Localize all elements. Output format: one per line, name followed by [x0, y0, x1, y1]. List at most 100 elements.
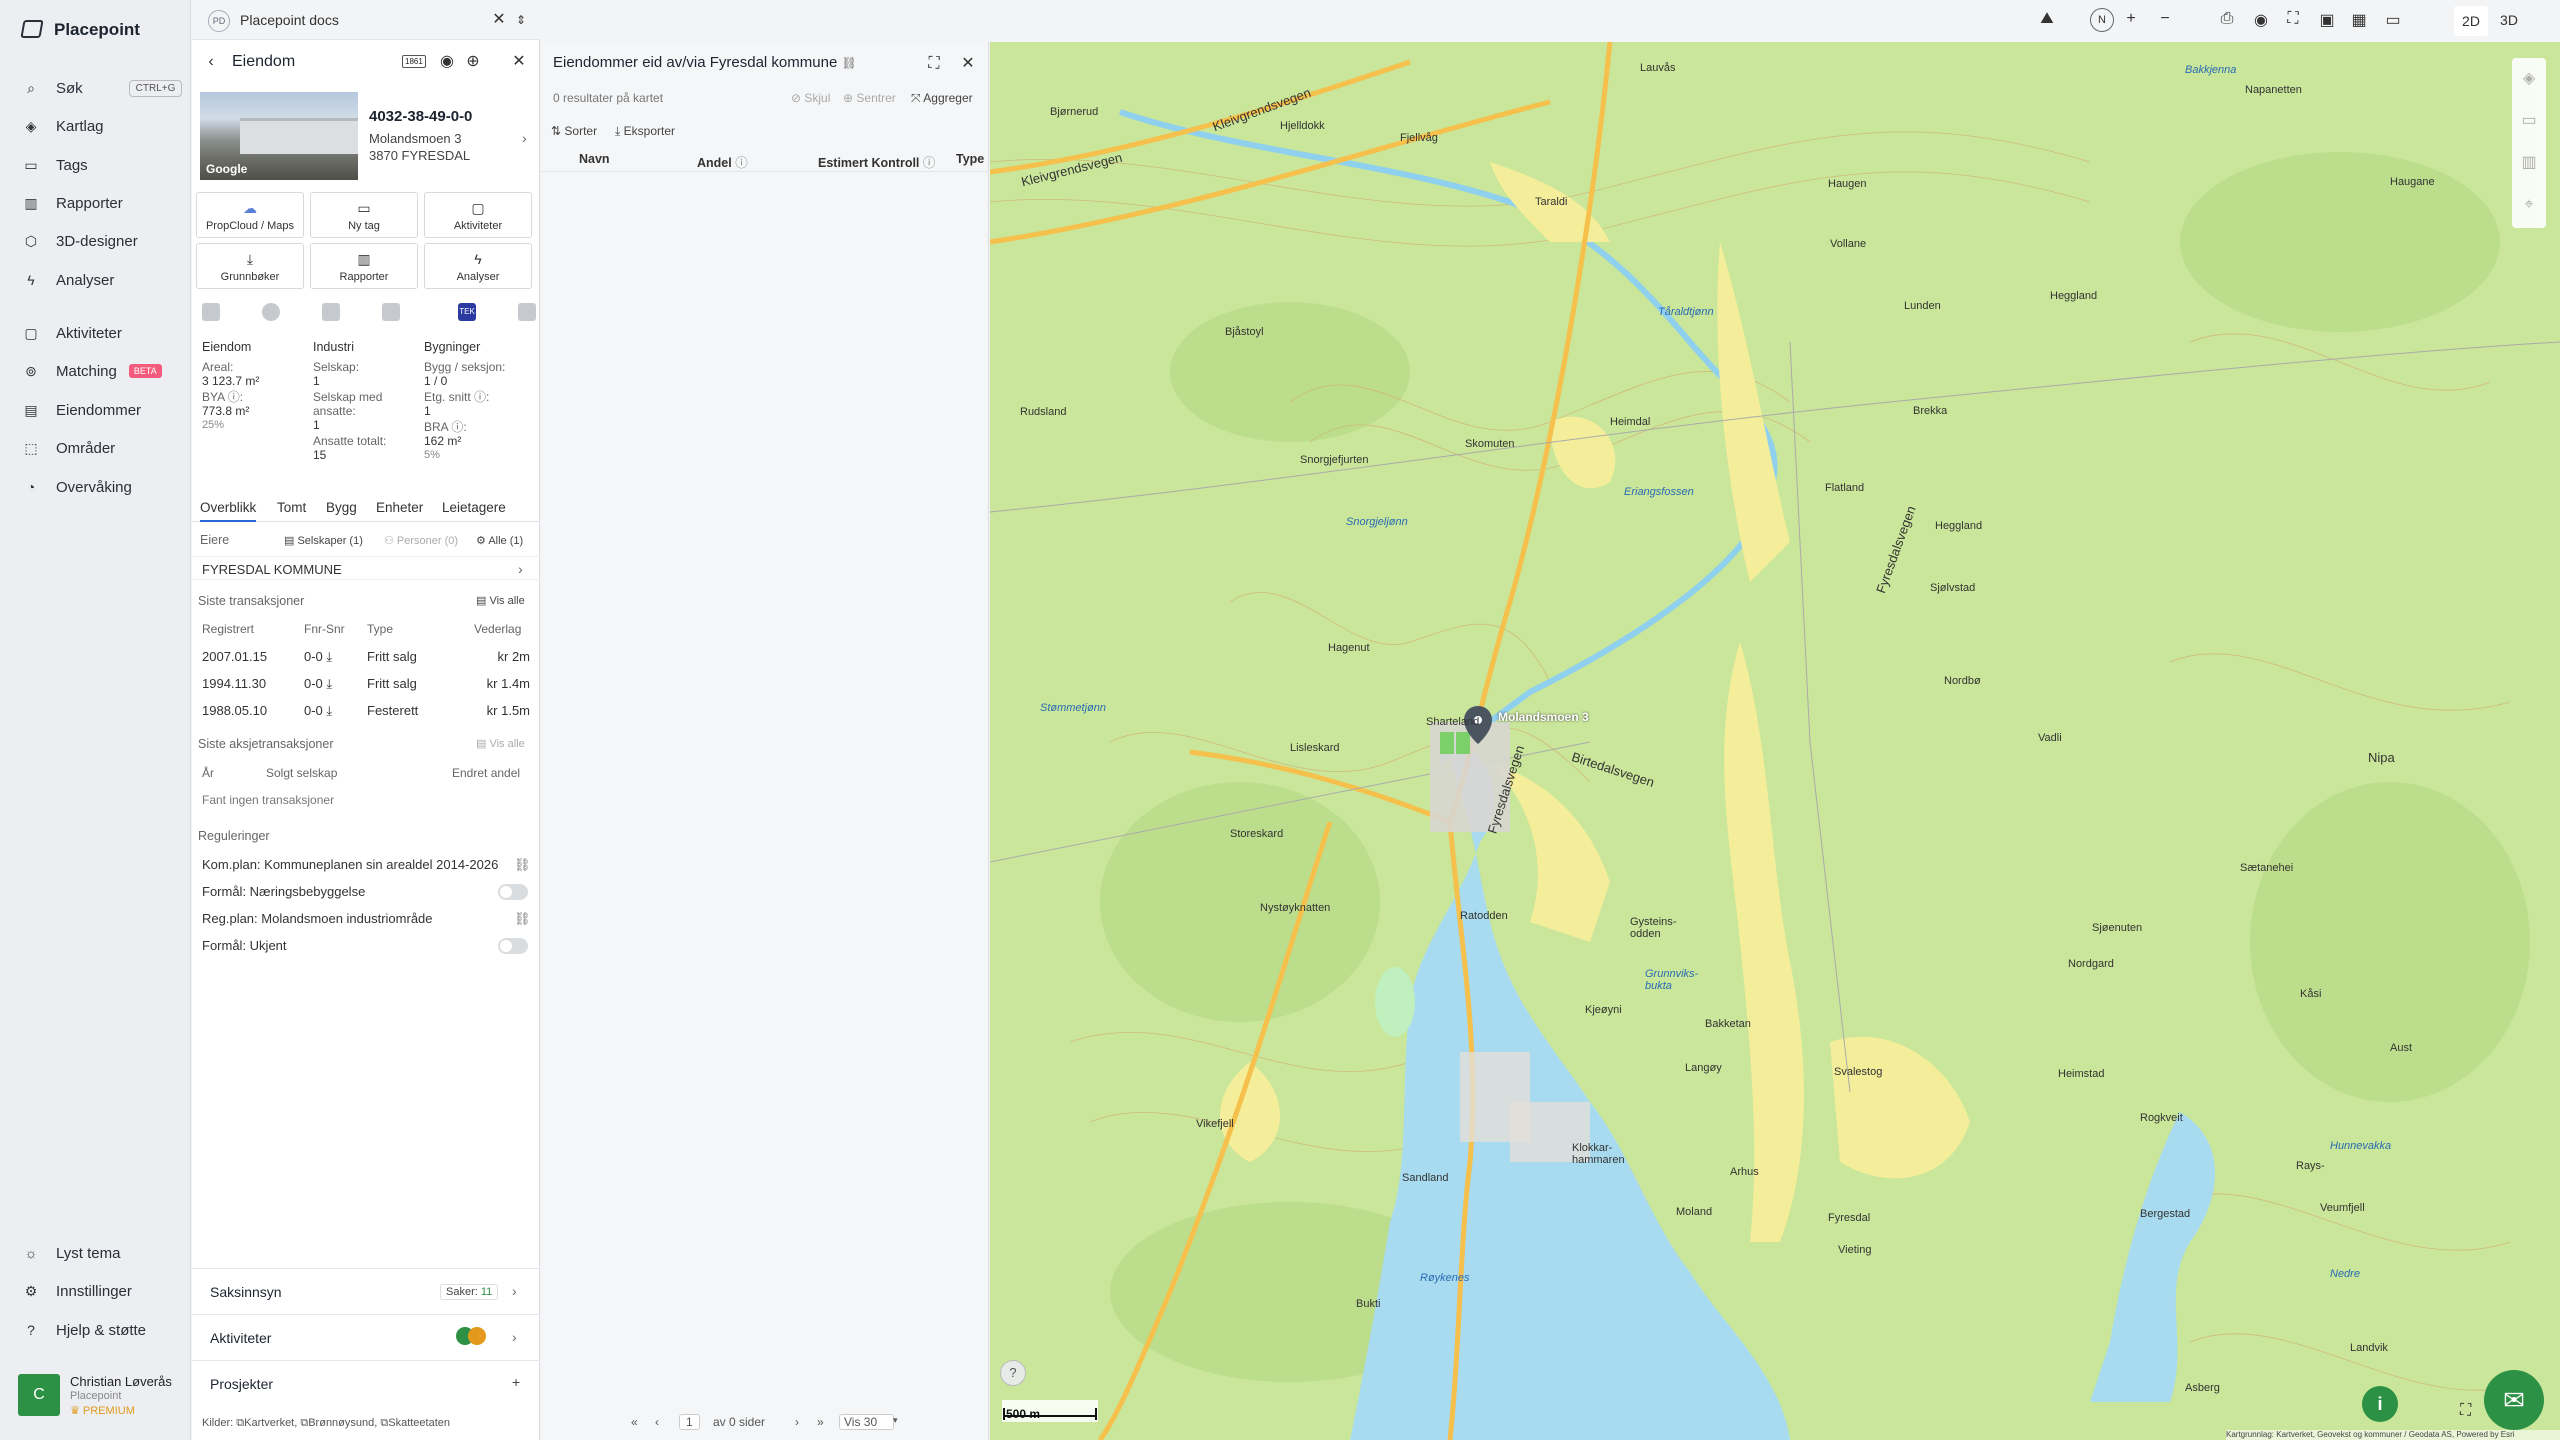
- tab-leietagere[interactable]: Leietagere: [442, 500, 506, 515]
- nav-item-matching[interactable]: ⊚ Matching BETA: [22, 356, 162, 386]
- sort-button[interactable]: ⇅ Sorter: [551, 124, 597, 138]
- transactions-vis-alle[interactable]: ▤ Vis alle: [476, 594, 525, 607]
- prosjekter-section[interactable]: Prosjekter +: [192, 1360, 540, 1406]
- house-icon[interactable]: [518, 303, 536, 321]
- target-icon[interactable]: ⊕: [462, 51, 484, 73]
- source-bronnoysund[interactable]: Brønnøysund,: [308, 1417, 377, 1429]
- nav-item-3d-designer[interactable]: ⬡ 3D-designer: [22, 226, 138, 256]
- filter-selskaper[interactable]: ▤ Selskaper (1): [284, 534, 363, 547]
- hide-button[interactable]: ⊘ Skjul: [791, 91, 830, 105]
- next-page-icon[interactable]: ›: [795, 1415, 799, 1429]
- nav-item-analyser[interactable]: ϟ Analyser: [22, 265, 114, 295]
- per-page-select[interactable]: Vis 30: [839, 1414, 895, 1430]
- download-icon[interactable]: ⤓: [326, 649, 332, 664]
- activities-button[interactable]: ▢ Aktiviteter: [424, 192, 532, 238]
- chart-icon[interactable]: ▥: [2518, 152, 2540, 174]
- filter-personer[interactable]: ⚇ Personer (0): [384, 534, 458, 547]
- expand-tab-icon[interactable]: ⇕: [510, 9, 532, 31]
- nav-item-omrader[interactable]: ⬚ Områder: [22, 433, 115, 463]
- source-kartverket[interactable]: Kartverket,: [244, 1417, 297, 1429]
- nav-item-tags[interactable]: ▭ Tags: [22, 150, 87, 180]
- tab-title[interactable]: Placepoint docs: [240, 12, 339, 28]
- prev-page-icon[interactable]: ‹: [655, 1415, 659, 1429]
- chevron-right-icon[interactable]: ›: [522, 130, 527, 146]
- center-button[interactable]: ⊕ Sentrer: [843, 91, 896, 105]
- nav-item-aktiviteter[interactable]: ▢ Aktiviteter: [22, 318, 121, 348]
- expand-icon[interactable]: ⛶: [2460, 1402, 2471, 1420]
- chat-icon[interactable]: ✉: [2484, 1370, 2544, 1430]
- tab-tomt[interactable]: Tomt: [277, 500, 306, 515]
- nav-item-innstillinger[interactable]: ⚙ Innstillinger: [22, 1276, 132, 1306]
- view-3d-button[interactable]: 3D: [2492, 12, 2526, 28]
- col-kontroll[interactable]: Estimert Kontroll ⓘ: [818, 152, 935, 171]
- grid-icon[interactable]: ▦: [2348, 10, 2370, 30]
- eye-icon[interactable]: ◉: [436, 51, 458, 73]
- zoom-in-icon[interactable]: +: [2120, 10, 2142, 28]
- download-icon[interactable]: ⤓: [326, 703, 332, 718]
- aktiviteter-section[interactable]: Aktiviteter ›: [192, 1314, 540, 1360]
- nav-item-kartlag[interactable]: ◈ Kartlag: [22, 111, 104, 141]
- eye-icon[interactable]: ◉: [2250, 10, 2272, 30]
- property-photo[interactable]: Google: [200, 92, 358, 180]
- tab-enheter[interactable]: Enheter: [376, 500, 423, 515]
- measure-icon[interactable]: ⌖: [2518, 194, 2540, 216]
- close-tab-icon[interactable]: ✕: [488, 9, 510, 31]
- back-icon[interactable]: ‹: [200, 51, 222, 73]
- user-card[interactable]: C Christian Løverås Placepoint ♛ PREMIUM: [14, 1370, 184, 1418]
- link-icon[interactable]: ⛓: [514, 857, 531, 873]
- map-canvas[interactable]: Kleivgrendsvegen Lauvås Bjørnerud Hjelld…: [990, 42, 2560, 1440]
- reports-button[interactable]: ▥ Rapporter: [310, 243, 418, 289]
- link-icon[interactable]: ⛓: [841, 56, 856, 70]
- page-input[interactable]: 1: [679, 1414, 700, 1430]
- layers-icon[interactable]: ◈: [2518, 68, 2540, 90]
- matrikkel-badge[interactable]: 1861: [402, 55, 426, 68]
- share-tx-vis-alle[interactable]: ▤ Vis alle: [476, 737, 525, 750]
- print-icon[interactable]: ⎙: [2216, 10, 2238, 28]
- nav-item-eiendommer[interactable]: ▤ Eiendommer: [22, 395, 141, 425]
- saksinnsyn-section[interactable]: Saksinnsyn Saker: 11 ›: [192, 1268, 540, 1314]
- tek-icon[interactable]: TEK: [458, 303, 476, 321]
- nav-item-overvaking[interactable]: ◔ Overvåking: [22, 472, 132, 502]
- grid-icon[interactable]: [202, 303, 220, 321]
- close-icon[interactable]: ✕: [508, 51, 530, 73]
- export-button[interactable]: ⤓ Eksporter: [615, 124, 675, 139]
- view-2d-button[interactable]: 2D: [2454, 6, 2488, 36]
- new-tag-button[interactable]: ▭ Ny tag: [310, 192, 418, 238]
- aggregate-button[interactable]: ⤧ Aggreger: [911, 91, 973, 106]
- col-andel[interactable]: Andel ⓘ: [697, 152, 748, 171]
- toggle-formal-2[interactable]: [498, 938, 528, 954]
- source-skatteetaten[interactable]: Skatteetaten: [388, 1417, 450, 1429]
- owner-row[interactable]: FYRESDAL KOMMUNE ›: [192, 556, 540, 580]
- app-logo[interactable]: Placepoint: [20, 20, 140, 40]
- nav-item-rapporter[interactable]: ▥ Rapporter: [22, 188, 122, 218]
- tab-overblikk[interactable]: Overblikk: [200, 500, 257, 522]
- grunnboker-button[interactable]: ⤓ Grunnbøker: [196, 243, 304, 289]
- nav-item-hjelp[interactable]: ? Hjelp & støtte: [22, 1315, 146, 1345]
- close-icon[interactable]: ✕: [957, 53, 979, 75]
- col-type[interactable]: Type: [956, 152, 984, 166]
- nav-item-lyst-tema[interactable]: ☼ Lyst tema: [22, 1238, 121, 1268]
- download-icon[interactable]: ⤓: [326, 676, 332, 691]
- col-navn[interactable]: Navn: [579, 152, 610, 166]
- nav-item-search[interactable]: ⌕ Søk CTRL+G: [22, 73, 183, 103]
- camera-icon[interactable]: ▣: [2316, 10, 2338, 30]
- fullscreen-icon[interactable]: ⛶: [923, 53, 945, 75]
- ruler-icon[interactable]: ▭: [2518, 110, 2540, 132]
- bar-icon[interactable]: [382, 303, 400, 321]
- first-page-icon[interactable]: «: [631, 1415, 638, 1429]
- tree-icon[interactable]: [322, 303, 340, 321]
- terrain-icon[interactable]: ⛰: [2036, 10, 2058, 28]
- bookmark-icon[interactable]: ▭: [2382, 10, 2404, 30]
- zoom-out-icon[interactable]: −: [2154, 10, 2176, 28]
- globe-icon[interactable]: [262, 303, 280, 321]
- last-page-icon[interactable]: »: [817, 1415, 824, 1429]
- filter-alle[interactable]: ⚙ Alle (1): [476, 534, 523, 547]
- link-icon[interactable]: ⛓: [514, 911, 531, 927]
- toggle-formal-1[interactable]: [498, 884, 528, 900]
- fullscreen-icon[interactable]: ⛶: [2282, 10, 2304, 28]
- propcloud-button[interactable]: ☁ PropCloud / Maps: [196, 192, 304, 238]
- tab-bygg[interactable]: Bygg: [326, 500, 357, 515]
- property-map-label[interactable]: Molandsmoen 3: [1498, 710, 1589, 724]
- compass-icon[interactable]: N: [2090, 8, 2114, 32]
- help-icon[interactable]: ?: [1000, 1360, 1026, 1386]
